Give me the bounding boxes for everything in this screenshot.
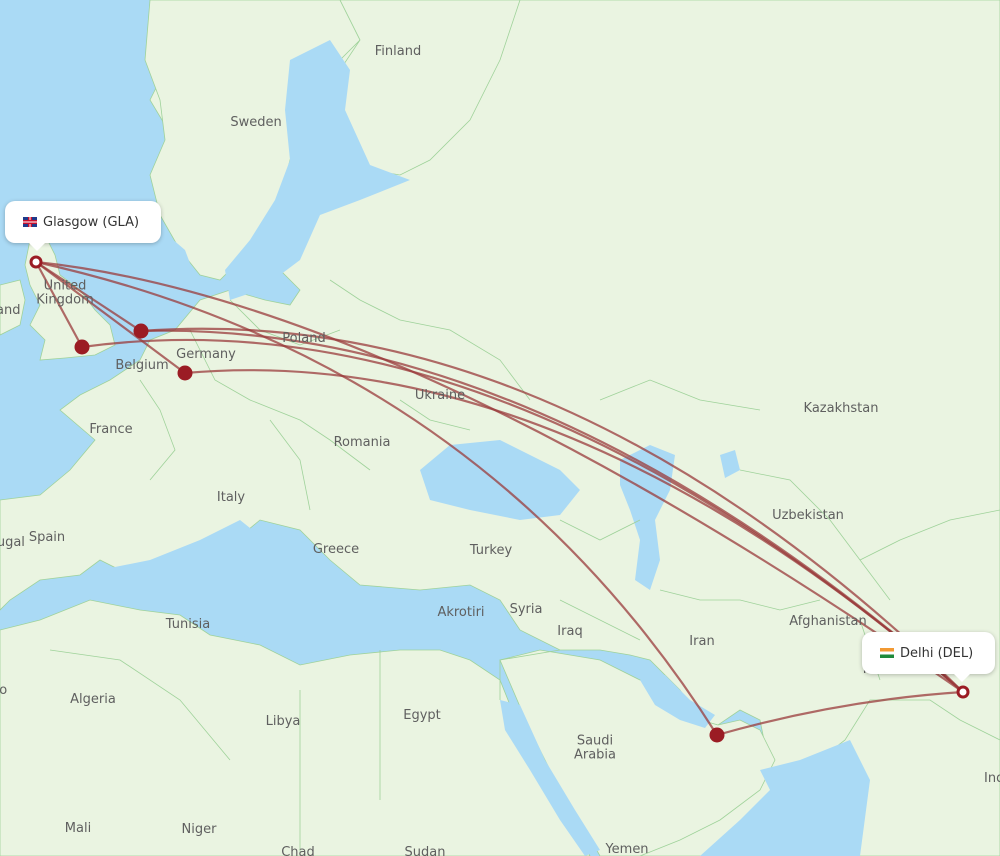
country-label-tunisia: Tunisia <box>165 616 211 632</box>
country-label-mali: Mali <box>64 820 92 836</box>
country-label-kazakhstan: Kazakhstan <box>803 400 879 416</box>
country-label-portugal: Portugal <box>0 534 25 550</box>
country-label-sudan: Sudan <box>404 844 446 856</box>
country-label-morocco: Morocco <box>0 682 8 698</box>
stopover-frankfurt-marker[interactable] <box>177 365 193 381</box>
stopover-dubai-marker[interactable] <box>709 727 725 743</box>
routes-layer <box>29 255 970 743</box>
country-label-algeria: Algeria <box>70 691 116 707</box>
country-label-syria: Syria <box>509 601 543 617</box>
country-label-greece: Greece <box>312 541 360 557</box>
country-label-libya: Libya <box>265 713 301 729</box>
route-fra-del[interactable] <box>184 369 964 693</box>
destination-callout[interactable]: Delhi (DEL) <box>862 632 995 682</box>
origin-glasgow-marker[interactable] <box>29 255 43 269</box>
country-label-afghanistan: Afghanistan <box>789 613 867 629</box>
country-label-poland: Poland <box>282 330 326 346</box>
country-label-ireland: Ireland <box>0 302 21 318</box>
country-label-romania: Romania <box>333 434 391 450</box>
country-label-india: India <box>984 770 1000 786</box>
country-label-egypt: Egypt <box>403 707 441 723</box>
uk-flag-icon <box>23 217 37 227</box>
india-flag-icon <box>880 648 894 658</box>
destination-delhi-marker[interactable] <box>956 685 970 699</box>
route-dxb-del[interactable] <box>716 690 964 737</box>
stopover-amsterdam-marker[interactable] <box>133 323 149 339</box>
country-label-ukraine: Ukraine <box>414 387 466 403</box>
country-label-uzbekistan: Uzbekistan <box>772 507 844 523</box>
country-label-spain: Spain <box>28 529 66 545</box>
country-label-chad: Chad <box>281 844 315 856</box>
country-label-saudi-arabia: Saudi Arabia <box>573 733 617 763</box>
country-label-germany: Germany <box>176 346 236 362</box>
stopover-london-marker[interactable] <box>74 339 90 355</box>
origin-label: Glasgow (GLA) <box>43 214 140 230</box>
country-label-niger: Niger <box>181 821 217 837</box>
country-label-akrotiri: Akrotiri <box>437 604 485 620</box>
country-label-united-kingdom: United Kingdom <box>36 278 94 308</box>
country-label-iran: Iran <box>689 633 715 649</box>
country-label-iraq: Iraq <box>557 623 583 639</box>
country-label-france: France <box>89 421 133 437</box>
destination-label: Delhi (DEL) <box>900 645 974 661</box>
country-label-italy: Italy <box>216 489 246 505</box>
country-label-yemen: Yemen <box>605 841 649 856</box>
origin-callout[interactable]: Glasgow (GLA) <box>5 201 161 251</box>
country-label-turkey: Turkey <box>469 542 513 558</box>
country-label-belgium: Belgium <box>115 357 169 373</box>
route-map[interactable]: Finland Sweden United Kingdom Ireland Po… <box>0 0 1000 856</box>
country-label-sweden: Sweden <box>230 114 282 130</box>
country-label-finland: Finland <box>374 43 422 59</box>
